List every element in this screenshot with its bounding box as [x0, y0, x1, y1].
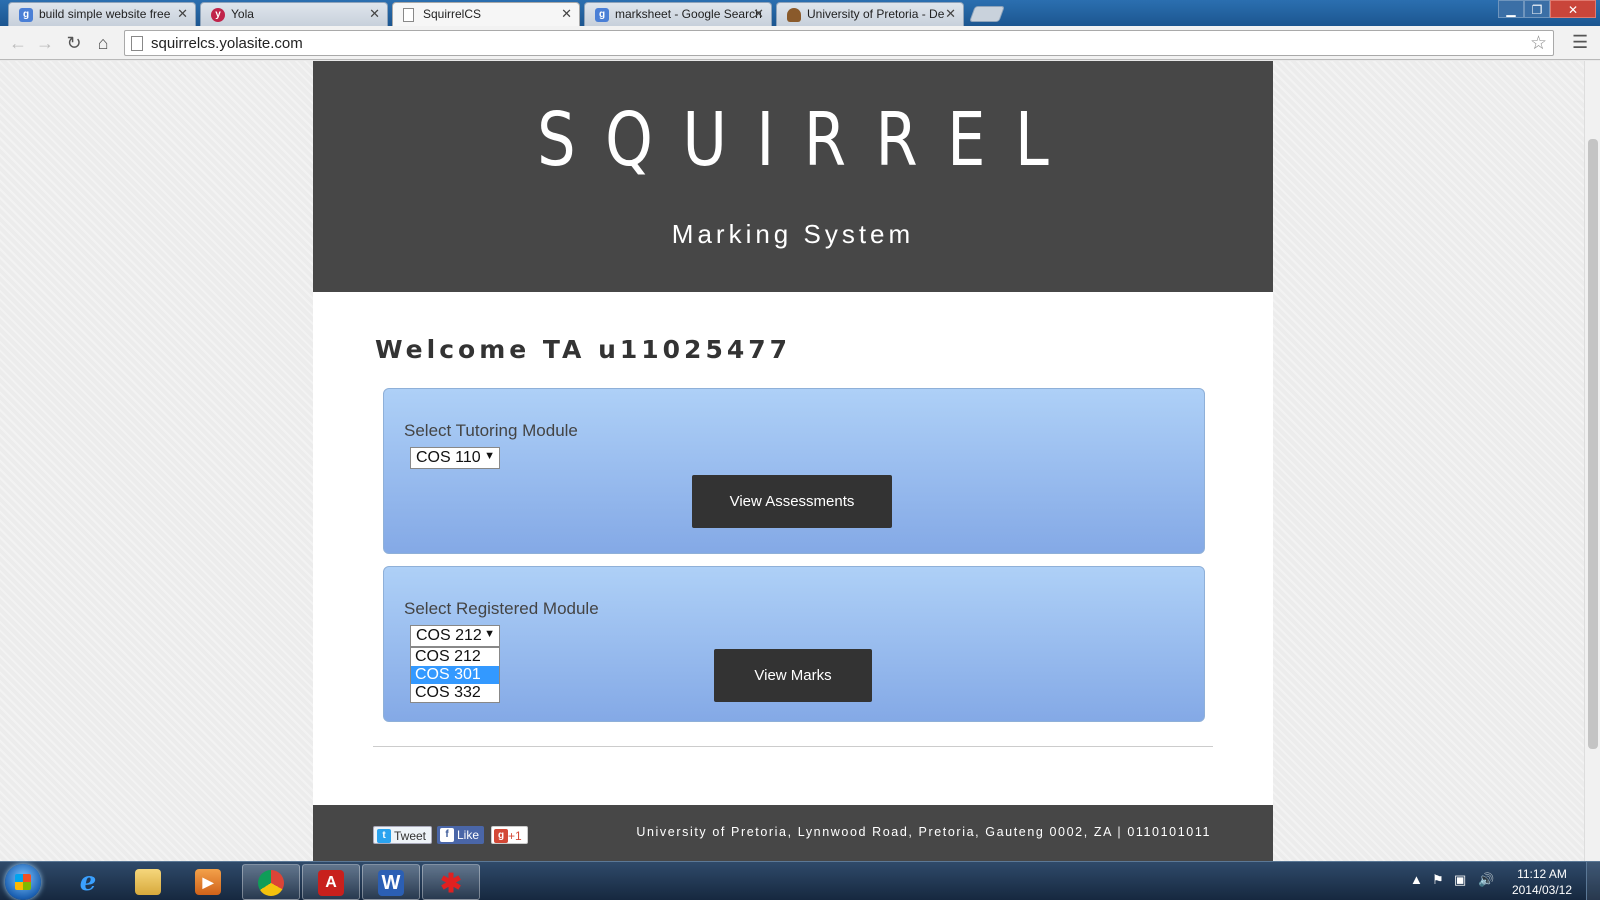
page-icon — [131, 36, 143, 51]
chevron-down-icon: ▼ — [484, 628, 495, 640]
page-icon — [403, 8, 414, 22]
windows-taskbar: e ▶ A W ✱ ▲ ⚑ ▣ 🔊 11:12 AM 2014/03/12 — [0, 861, 1600, 900]
windows-logo-icon — [15, 874, 31, 890]
tab-university-of-pretoria[interactable]: University of Pretoria - De ✕ — [776, 2, 964, 26]
tweet-button[interactable]: t Tweet — [373, 826, 433, 844]
forward-icon[interactable]: → — [33, 31, 57, 55]
menu-icon[interactable]: ☰ — [1572, 32, 1588, 52]
close-tab-icon[interactable]: ✕ — [945, 6, 956, 22]
volume-icon[interactable]: 🔊 — [1478, 872, 1494, 888]
close-tab-icon[interactable]: ✕ — [369, 6, 380, 22]
tutoring-module-panel: Select Tutoring Module COS 110 ▼ View As… — [383, 388, 1205, 554]
google-icon: g — [19, 8, 33, 22]
registered-module-dropdown: COS 212 COS 301 COS 332 — [410, 647, 500, 703]
home-icon[interactable]: ⌂ — [91, 31, 115, 55]
new-tab-button[interactable] — [969, 6, 1005, 22]
internet-explorer-icon[interactable]: e — [60, 864, 118, 900]
back-icon[interactable]: ← — [6, 31, 30, 55]
reload-icon[interactable]: ↻ — [62, 31, 86, 55]
word-icon[interactable]: W — [362, 864, 420, 900]
chevron-down-icon: ▼ — [484, 450, 495, 462]
dropdown-option[interactable]: COS 332 — [411, 684, 499, 702]
bookmark-star-icon[interactable]: ☆ — [1530, 32, 1547, 55]
registered-module-panel: Select Registered Module COS 212 ▼ COS 2… — [383, 566, 1205, 722]
window-close-icon[interactable]: ✕ — [1550, 0, 1596, 18]
crest-icon — [787, 8, 801, 22]
show-desktop-button[interactable] — [1586, 862, 1600, 900]
registered-module-label: Select Registered Module — [404, 599, 599, 618]
media-player-icon[interactable]: ▶ — [180, 864, 238, 900]
content-divider — [373, 746, 1213, 747]
restore-icon[interactable]: ❐ — [1524, 0, 1550, 18]
paint-icon[interactable]: ✱ — [422, 864, 480, 900]
facebook-icon: f — [440, 828, 454, 842]
close-tab-icon[interactable]: ✕ — [177, 6, 188, 22]
site-tagline: Marking System — [671, 219, 915, 249]
dropdown-option[interactable]: COS 301 — [411, 666, 499, 684]
browser-toolbar: ← → ↻ ⌂ squirrelcs.yolasite.com ☆ ☰ — [0, 26, 1600, 60]
facebook-like-button[interactable]: f Like — [437, 826, 485, 844]
address-bar[interactable]: squirrelcs.yolasite.com ☆ — [124, 30, 1554, 56]
site-header: SQUIRREL Marking System — [313, 61, 1273, 292]
page-scrollbar[interactable] — [1584, 61, 1600, 861]
action-center-flag-icon[interactable]: ⚑ — [1432, 872, 1444, 888]
tab-marksheet-search[interactable]: g marksheet - Google Search ✕ — [584, 2, 772, 26]
minimize-icon[interactable]: ▁ — [1498, 0, 1524, 18]
view-assessments-button[interactable]: View Assessments — [692, 475, 892, 528]
site-footer: t Tweet f Like g +1 University of Pretor… — [313, 805, 1273, 861]
tab-build-simple-website[interactable]: g build simple website free ✕ — [8, 2, 196, 26]
show-hidden-icons[interactable]: ▲ — [1410, 872, 1423, 887]
close-tab-icon[interactable]: ✕ — [561, 6, 572, 22]
tab-yola[interactable]: y Yola ✕ — [200, 2, 388, 26]
registered-module-select[interactable]: COS 212 ▼ — [410, 625, 500, 647]
close-tab-icon[interactable]: ✕ — [753, 6, 764, 22]
tutoring-module-select[interactable]: COS 110 ▼ — [410, 447, 500, 469]
google-icon: g — [595, 8, 609, 22]
footer-address: University of Pretoria, Lynnwood Road, P… — [636, 825, 1211, 839]
scrollbar-thumb[interactable] — [1588, 139, 1598, 749]
acrobat-icon[interactable]: A — [302, 864, 360, 900]
browser-tabstrip: g build simple website free ✕ y Yola ✕ S… — [0, 0, 1600, 26]
tutoring-module-label: Select Tutoring Module — [404, 421, 578, 440]
yola-icon: y — [211, 8, 225, 22]
chrome-icon[interactable] — [242, 864, 300, 900]
url-text: squirrelcs.yolasite.com — [151, 35, 303, 52]
tab-squirrelcs[interactable]: SquirrelCS ✕ — [392, 2, 580, 26]
google-plus-icon: g — [494, 829, 508, 843]
start-button[interactable] — [5, 864, 41, 900]
welcome-heading: Welcome TA u11025477 — [375, 335, 792, 364]
system-clock[interactable]: 11:12 AM 2014/03/12 — [1512, 866, 1572, 898]
network-icon[interactable]: ▣ — [1454, 872, 1466, 888]
view-marks-button[interactable]: View Marks — [714, 649, 872, 702]
google-plus-button[interactable]: g +1 — [491, 826, 528, 844]
dropdown-option[interactable]: COS 212 — [411, 648, 499, 666]
site-logo[interactable]: SQUIRREL — [399, 97, 1186, 183]
file-explorer-icon[interactable] — [120, 864, 178, 900]
twitter-icon: t — [377, 829, 391, 843]
page-viewport: SQUIRREL Marking System Welcome TA u1102… — [0, 61, 1584, 861]
site-container: SQUIRREL Marking System Welcome TA u1102… — [313, 61, 1273, 861]
